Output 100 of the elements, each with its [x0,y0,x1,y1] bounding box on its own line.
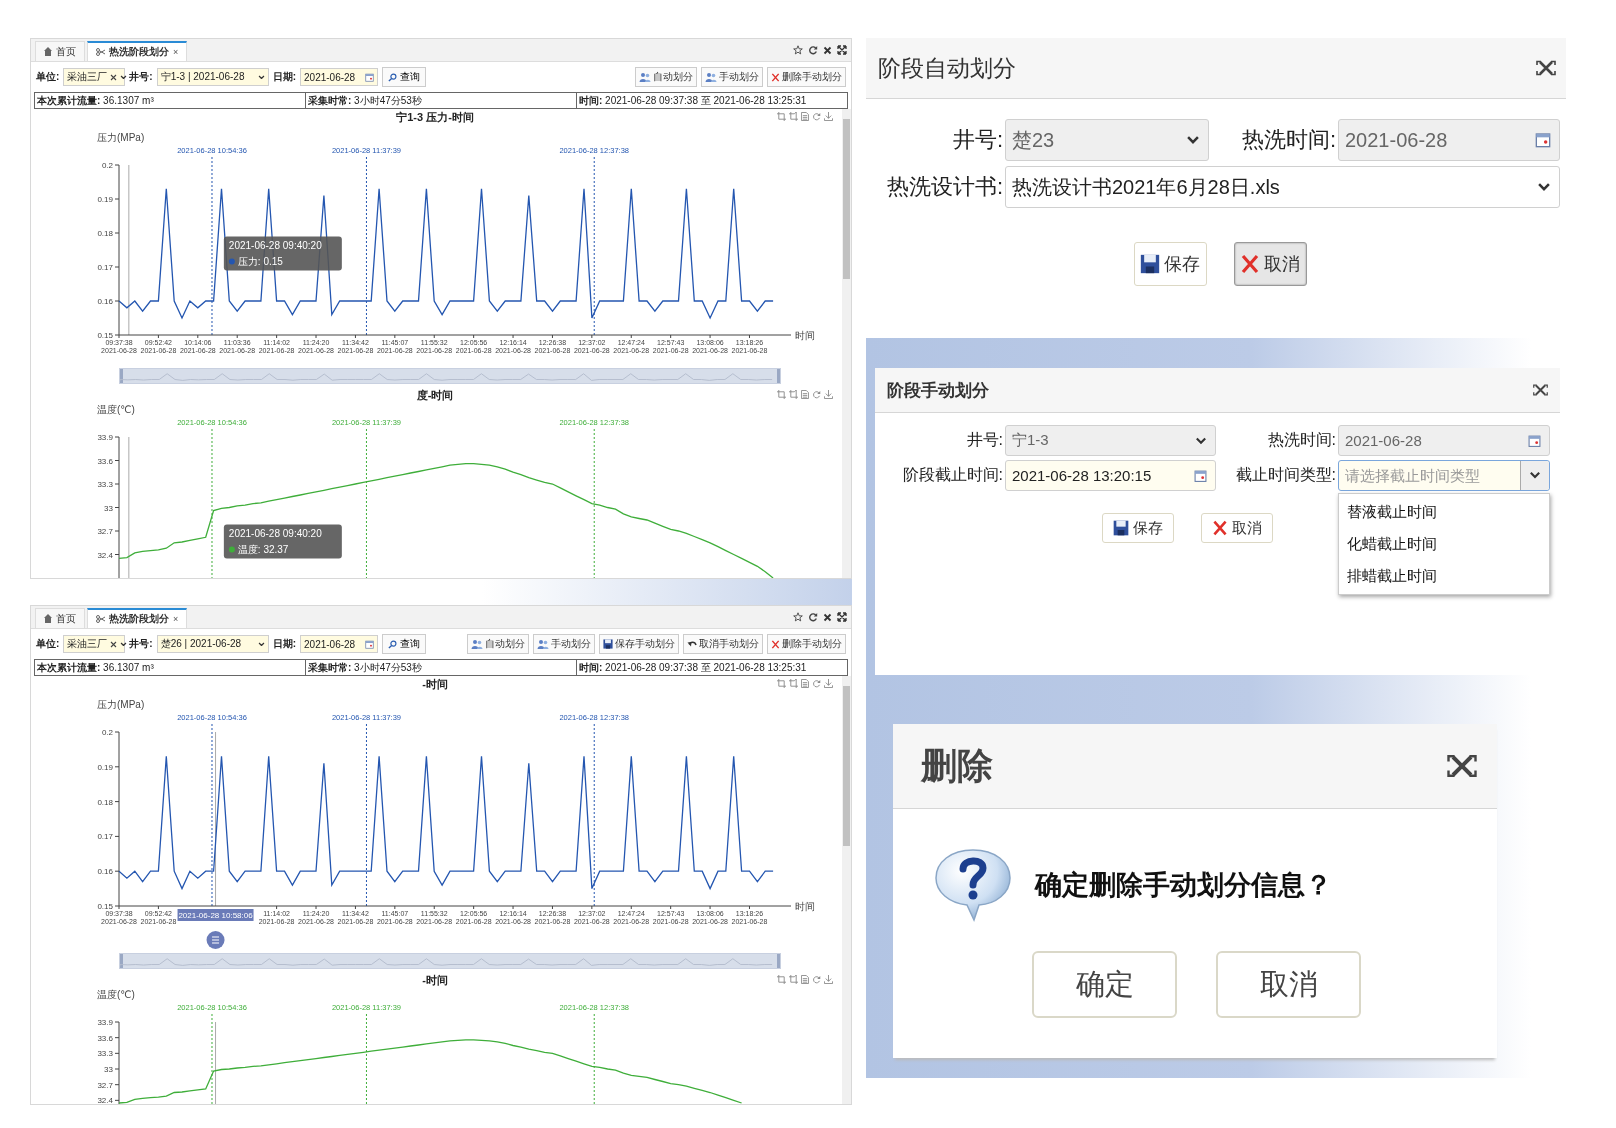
confirm-message: 确定删除手动划分信息？ [1035,869,1332,902]
chevron-down-icon[interactable] [120,641,128,647]
field-label: 井号: [129,70,153,84]
query-button[interactable]: 查询 [382,634,427,654]
clear-icon[interactable] [110,640,118,648]
zoom-icon[interactable] [777,390,786,399]
calendar-icon[interactable] [365,639,375,649]
action-button[interactable]: 自动划分 [635,67,697,87]
document-icon[interactable] [801,112,809,121]
chevron-down-icon[interactable] [1195,436,1207,445]
star-icon[interactable] [793,45,803,55]
date-field[interactable]: 2021-06-28 [300,68,379,86]
tab-close-button[interactable]: × [173,47,179,57]
action-button[interactable]: 手动划分 [533,634,595,654]
date-field[interactable]: 2021-06-28 [300,635,379,653]
axis-tick-label: 0.19 [97,762,113,772]
zoom-reset-icon[interactable] [789,390,798,399]
save-icon [1140,254,1160,274]
dropdown-field[interactable]: 采油三厂 [63,635,126,653]
zoom-reset-icon[interactable] [789,112,798,121]
axis-tick-label: 0.16 [97,297,113,306]
dropdown-field[interactable]: 热洗设计书2021年6月28日.xls [1005,166,1560,208]
tab[interactable]: 首页 [35,608,85,628]
field-label: 日期: [272,70,297,84]
calendar-icon[interactable] [1194,469,1207,482]
cancel-icon [1212,520,1228,536]
action-button[interactable]: 手动划分 [701,67,763,87]
chevron-down-icon[interactable] [257,641,265,647]
dropdown-option[interactable]: 替液截止时间 [1339,496,1549,528]
dialog-button[interactable]: 确定 [1032,951,1177,1018]
chevron-down-icon[interactable] [257,74,265,80]
document-icon[interactable] [801,975,809,984]
download-icon[interactable] [824,679,833,688]
zoom-reset-icon[interactable] [789,679,798,688]
scissors-icon [96,615,105,623]
refresh-icon[interactable] [808,45,818,55]
dropdown-option[interactable]: 化蜡截止时间 [1339,528,1549,560]
close-icon[interactable] [823,612,832,622]
dropdown-field[interactable]: 采油三厂 [63,68,126,86]
dialog-title: 阶段手动划分 [887,379,989,402]
close-icon[interactable] [1533,384,1548,396]
zoom-slider[interactable] [119,368,781,384]
close-icon[interactable] [823,45,832,55]
fullscreen-icon[interactable] [837,45,847,55]
tooltip-title: 2021-06-28 09:40:20 [228,528,322,540]
chart-title: 宁1-3 压力-时间 [396,109,474,125]
scrollbar[interactable] [842,109,851,578]
close-icon[interactable] [1536,60,1556,76]
date-field[interactable]: 2021-06-28 13:20:15 [1005,460,1216,491]
clear-icon[interactable] [110,73,118,81]
download-icon[interactable] [824,975,833,984]
axis-tick-label: 0.15 [97,331,113,340]
calendar-icon[interactable] [1528,434,1541,447]
cancel-button[interactable]: 取消 [1201,513,1273,543]
dropdown-option[interactable]: 排蜡截止时间 [1339,560,1549,592]
chevron-down-icon[interactable] [1537,182,1551,192]
fullscreen-icon[interactable] [837,612,847,622]
zoom-reset-icon[interactable] [789,975,798,984]
refresh-icon[interactable] [808,612,818,622]
download-icon[interactable] [824,112,833,121]
action-button[interactable]: 自动划分 [467,634,529,654]
pointer-handle[interactable] [206,931,225,949]
tab-close-button[interactable]: × [173,614,179,624]
scrollbar[interactable] [842,676,851,1104]
tab[interactable]: 热洗阶段划分 × [87,608,188,628]
cancel-button[interactable]: 取消 [1233,242,1307,286]
chevron-down-icon[interactable] [1186,135,1200,145]
chevron-down-icon[interactable] [1529,471,1541,480]
calendar-icon[interactable] [1535,132,1551,148]
zoom-icon[interactable] [777,679,786,688]
zoom-icon[interactable] [777,975,786,984]
axis-tick-label: 0.18 [97,797,113,807]
dropdown-button[interactable] [1520,461,1549,490]
tab[interactable]: 热洗阶段划分 × [87,41,188,61]
zoom-icon[interactable] [777,112,786,121]
action-button[interactable]: 保存手动划分 [599,634,679,654]
document-icon[interactable] [801,390,809,399]
calendar-icon[interactable] [365,72,375,82]
dropdown-field[interactable]: 宁1-3 | 2021-06-28 [156,68,269,86]
action-button[interactable]: 取消手动划分 [683,634,763,654]
home-icon [44,614,52,623]
axis-tick-label: 33 [104,503,113,513]
axis-title: 压力(MPa) [97,132,145,143]
close-icon[interactable] [1447,754,1477,778]
download-icon[interactable] [824,390,833,399]
save-button[interactable]: 保存 [1102,513,1174,543]
document-icon[interactable] [801,679,809,688]
zoom-slider[interactable] [119,953,781,969]
save-icon [1113,520,1129,536]
chevron-down-icon[interactable] [120,74,128,80]
save-button[interactable]: 保存 [1133,242,1207,286]
summary-text: 采集时常: 3小时47分53秒 [306,660,577,675]
star-icon[interactable] [793,612,803,622]
dropdown-field[interactable]: 楚26 | 2021-06-28 [156,635,269,653]
query-button[interactable]: 查询 [382,67,427,87]
dialog-button[interactable]: 取消 [1216,951,1361,1018]
search-icon [388,72,398,82]
action-button[interactable]: 删除手动划分 [767,67,846,87]
tab[interactable]: 首页 [35,41,85,61]
action-button[interactable]: 删除手动划分 [767,634,846,654]
